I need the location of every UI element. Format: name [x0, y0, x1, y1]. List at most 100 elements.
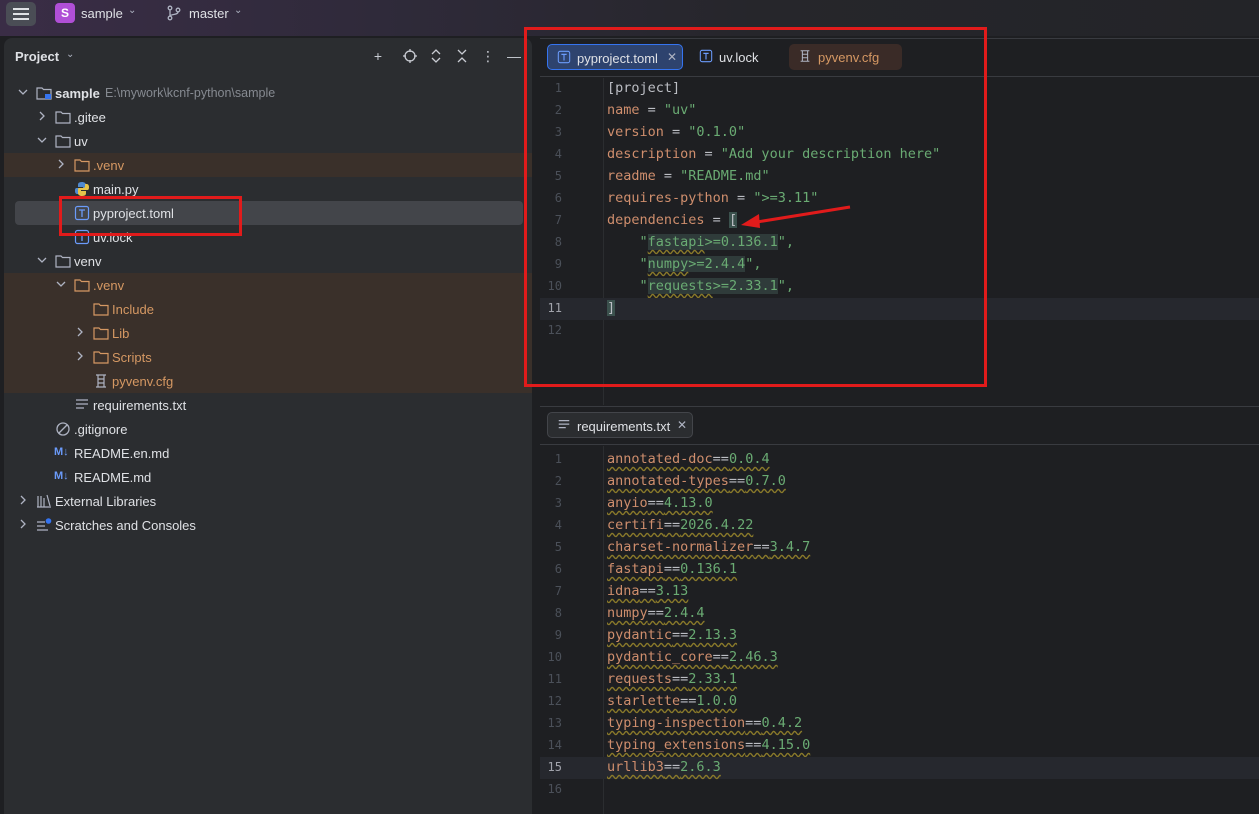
tree-item-venv-venv[interactable]: .venv [4, 273, 532, 297]
tree-item-uv-lock[interactable]: uv.lock [4, 225, 532, 249]
line-number: 9 [554, 257, 562, 271]
dependency-version: 2.33.1 [728, 278, 778, 294]
tree-item-label: Include [112, 302, 154, 317]
toml-string: " [639, 278, 648, 294]
new-file-icon[interactable]: + [370, 48, 386, 64]
markdown-file-icon: M↓ [54, 446, 69, 458]
chevron-right-icon[interactable] [56, 159, 66, 169]
package-name: fastapi [607, 561, 664, 577]
toml-string: ", [745, 256, 762, 272]
chevron-right-icon[interactable] [37, 111, 47, 121]
tree-item-scripts[interactable]: Scripts [4, 345, 532, 369]
editor-tab-bar: requirements.txt ✕ [540, 407, 1259, 445]
version-operator: == [672, 627, 689, 643]
project-panel-title[interactable]: Project [15, 49, 59, 64]
dependency-name: fastapi [647, 234, 705, 250]
tree-item-readme-en-md[interactable]: M↓ README.en.md [4, 441, 532, 465]
tree-item-main-py[interactable]: main.py [4, 177, 532, 201]
tree-item-external-libraries[interactable]: External Libraries [4, 489, 532, 513]
git-branch-icon [167, 5, 181, 21]
code-line: 4 description = "Add your description he… [540, 144, 1259, 166]
tree-item-label: main.py [93, 182, 139, 197]
package-name: idna [607, 583, 640, 599]
tab-pyvenv-cfg[interactable]: pyvenv.cfg [789, 44, 902, 70]
code-line: 8 numpy==2.4.4 [540, 603, 1259, 625]
tree-item-pyvenv-cfg[interactable]: pyvenv.cfg [4, 369, 532, 393]
folder-icon [74, 279, 90, 292]
collapse-all-icon[interactable] [454, 48, 470, 64]
tree-item-uv[interactable]: uv [4, 129, 532, 153]
module-folder-icon [36, 87, 52, 100]
close-icon[interactable]: ✕ [667, 50, 677, 64]
tree-item-include[interactable]: Include [4, 297, 532, 321]
chevron-right-icon[interactable] [18, 495, 28, 505]
chevron-right-icon[interactable] [75, 351, 85, 361]
more-options-icon[interactable]: ⋮ [480, 48, 496, 64]
tree-item-pyproject-toml[interactable]: pyproject.toml [4, 201, 532, 225]
toml-key: requires-python [607, 190, 729, 206]
tree-item-label: venv [74, 254, 102, 269]
hide-panel-icon[interactable]: — [506, 48, 522, 64]
ignore-file-icon [56, 422, 70, 436]
toml-bracket: ] [607, 300, 616, 316]
tree-item-label: uv.lock [93, 230, 133, 245]
package-version: 3.4.7 [769, 539, 811, 555]
toml-op: = [728, 190, 754, 206]
package-name: annotated-types [607, 473, 729, 489]
chevron-right-icon[interactable] [75, 327, 85, 337]
expand-all-icon[interactable] [428, 48, 444, 64]
chevron-down-icon[interactable] [18, 87, 28, 97]
dependency-op: >= [688, 256, 705, 272]
line-number: 11 [547, 301, 562, 315]
tree-item-scratches-consoles[interactable]: Scratches and Consoles [4, 513, 532, 537]
version-operator: == [647, 495, 664, 511]
locate-icon[interactable] [402, 48, 418, 64]
code-line: 16 [540, 779, 1259, 801]
version-operator: == [680, 693, 697, 709]
tab-uv-lock[interactable]: uv.lock [690, 44, 776, 70]
tab-requirements-txt[interactable]: requirements.txt ✕ [547, 412, 693, 438]
folder-icon [93, 303, 109, 316]
tree-item-label: requirements.txt [93, 398, 187, 413]
close-icon[interactable]: ✕ [677, 418, 687, 432]
chevron-down-icon[interactable]: ⌄ [66, 49, 74, 60]
package-name: requests [607, 671, 673, 687]
dependency-version: 2.4.4 [704, 256, 746, 272]
code-line: 1 [project] [540, 78, 1259, 100]
chevron-down-icon[interactable] [37, 135, 47, 145]
tree-item-lib[interactable]: Lib [4, 321, 532, 345]
branch-selector[interactable]: master [189, 6, 229, 21]
chevron-down-icon[interactable] [37, 255, 47, 265]
tree-item-uv-venv[interactable]: .venv [4, 153, 532, 177]
code-line: 12 starlette==1.0.0 [540, 691, 1259, 713]
tree-item-sample[interactable]: sample E:\mywork\kcnf-python\sample [4, 81, 532, 105]
tree-item-venv[interactable]: venv [4, 249, 532, 273]
project-selector[interactable]: sample [81, 6, 123, 21]
line-number: 13 [547, 716, 562, 730]
line-number: 16 [547, 782, 562, 796]
chevron-down-icon[interactable] [56, 279, 66, 289]
tree-item-label: sample [55, 86, 100, 101]
tree-item-readme-md[interactable]: M↓ README.md [4, 465, 532, 489]
tree-item-gitee[interactable]: .gitee [4, 105, 532, 129]
tab-pyproject-toml[interactable]: pyproject.toml ✕ [547, 44, 683, 70]
code-line: 14 typing_extensions==4.15.0 [540, 735, 1259, 757]
splitter[interactable] [533, 38, 539, 814]
folder-icon [93, 327, 109, 340]
tree-item-gitignore[interactable]: .gitignore [4, 417, 532, 441]
dependency-name: requests [647, 278, 713, 294]
line-number: 12 [547, 323, 562, 337]
tree-item-label: .venv [93, 278, 125, 293]
toml-string: "Add your description here" [720, 146, 941, 162]
tree-item-requirements-txt[interactable]: requirements.txt [4, 393, 532, 417]
code-line: 6 requires-python = ">=3.11" [540, 188, 1259, 210]
chevron-down-icon[interactable]: ⌄ [234, 5, 242, 16]
project-path: E:\mywork\kcnf-python\sample [105, 86, 276, 100]
project-badge[interactable]: S [55, 3, 75, 23]
main-menu-button[interactable] [6, 2, 36, 26]
chevron-right-icon[interactable] [18, 519, 28, 529]
package-version: 4.13.0 [663, 495, 713, 511]
config-file-icon [96, 374, 106, 388]
dependency-op: >= [712, 278, 729, 294]
chevron-down-icon[interactable]: ⌄ [128, 5, 136, 16]
